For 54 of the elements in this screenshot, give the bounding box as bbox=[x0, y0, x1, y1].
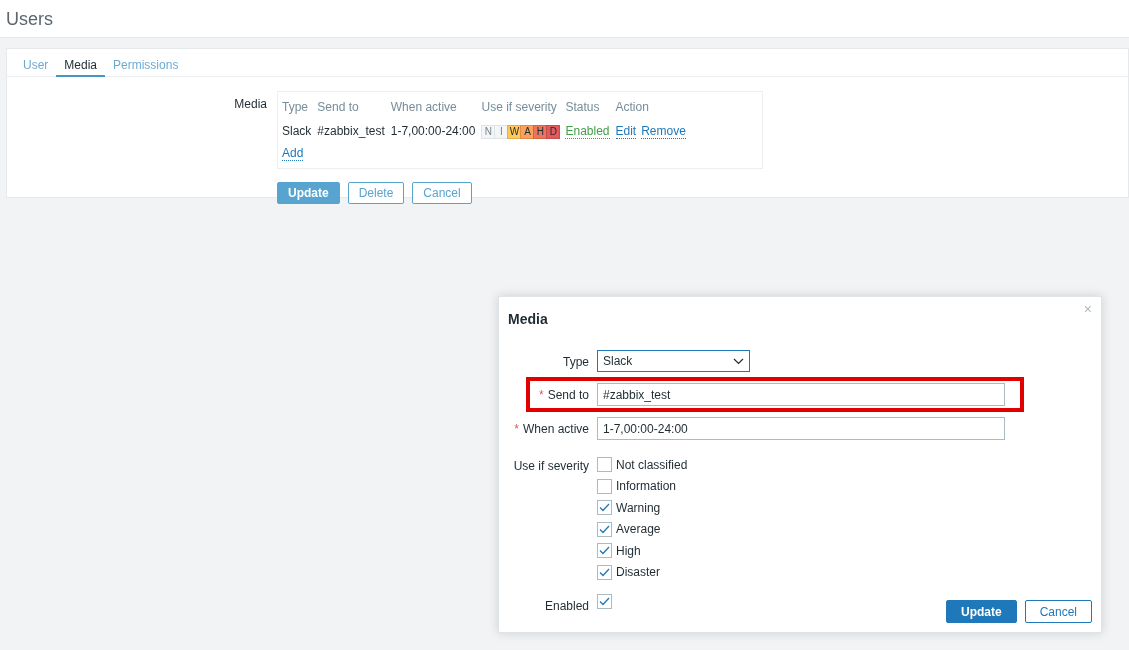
severity-tag: I bbox=[494, 125, 509, 139]
form-button[interactable]: Cancel bbox=[412, 182, 472, 204]
field-label: When active bbox=[522, 422, 589, 436]
checkbox-label: Disaster bbox=[616, 564, 660, 582]
table-cell: 1-7,00:00-24:00 bbox=[390, 124, 476, 138]
column-header: Send to bbox=[317, 100, 359, 114]
severity-tag: N bbox=[481, 125, 496, 139]
checkbox-label: High bbox=[616, 542, 641, 560]
when-active-field[interactable]: 1-7,00:00-24:00 bbox=[597, 417, 1005, 440]
severity-tag: W bbox=[507, 125, 522, 139]
column-header: Action bbox=[615, 100, 649, 114]
table-cell: #zabbix_test bbox=[317, 124, 385, 138]
tab[interactable]: Media bbox=[56, 49, 106, 77]
column-header: Status bbox=[565, 100, 600, 114]
caret-icon bbox=[733, 358, 744, 366]
required-mark: * bbox=[514, 422, 519, 436]
column-header: When active bbox=[390, 100, 457, 114]
checkbox-label: Not classified bbox=[616, 456, 688, 474]
add-link[interactable]: Add bbox=[282, 146, 304, 161]
checkbox[interactable] bbox=[597, 594, 612, 609]
table-cell: Slack bbox=[282, 124, 312, 138]
checkbox[interactable] bbox=[597, 457, 612, 473]
dialog-button[interactable]: Cancel bbox=[1024, 600, 1092, 623]
field-label: Media bbox=[234, 97, 267, 111]
checkbox-label: Average bbox=[616, 521, 661, 539]
field-label: Send to bbox=[547, 388, 589, 402]
checkbox[interactable] bbox=[597, 500, 612, 516]
required-mark: * bbox=[538, 388, 544, 402]
tab[interactable]: User bbox=[15, 49, 57, 77]
severity-tag: H bbox=[533, 125, 548, 139]
severity-tag: A bbox=[520, 125, 535, 139]
field-label: Type bbox=[563, 355, 589, 369]
severity-tag: D bbox=[546, 125, 561, 139]
field-label: Enabled bbox=[544, 599, 589, 613]
dialog-title: Media bbox=[508, 310, 549, 329]
dialog-button[interactable]: Update bbox=[945, 600, 1017, 623]
form-button[interactable]: Update bbox=[277, 182, 340, 204]
field-label: Use if severity bbox=[513, 459, 589, 473]
checkbox[interactable] bbox=[597, 543, 612, 559]
column-header: Type bbox=[282, 100, 308, 114]
send-to-field[interactable]: #zabbix_test bbox=[597, 383, 1005, 406]
remove-link[interactable]: Remove bbox=[641, 124, 686, 139]
checkbox-label: Information bbox=[616, 478, 677, 496]
form-button[interactable]: Delete bbox=[347, 182, 405, 204]
edit-link[interactable]: Edit bbox=[615, 124, 637, 139]
checkbox[interactable] bbox=[597, 564, 612, 580]
checkbox[interactable] bbox=[597, 521, 612, 537]
page-title: Users bbox=[6, 8, 54, 31]
type-select[interactable]: Slack bbox=[597, 350, 750, 372]
tab[interactable]: Permissions bbox=[105, 49, 187, 77]
status-link[interactable]: Enabled bbox=[565, 124, 610, 139]
checkbox-label: Warning bbox=[616, 499, 661, 517]
column-header: Use if severity bbox=[481, 100, 557, 114]
checkbox[interactable] bbox=[597, 478, 612, 494]
